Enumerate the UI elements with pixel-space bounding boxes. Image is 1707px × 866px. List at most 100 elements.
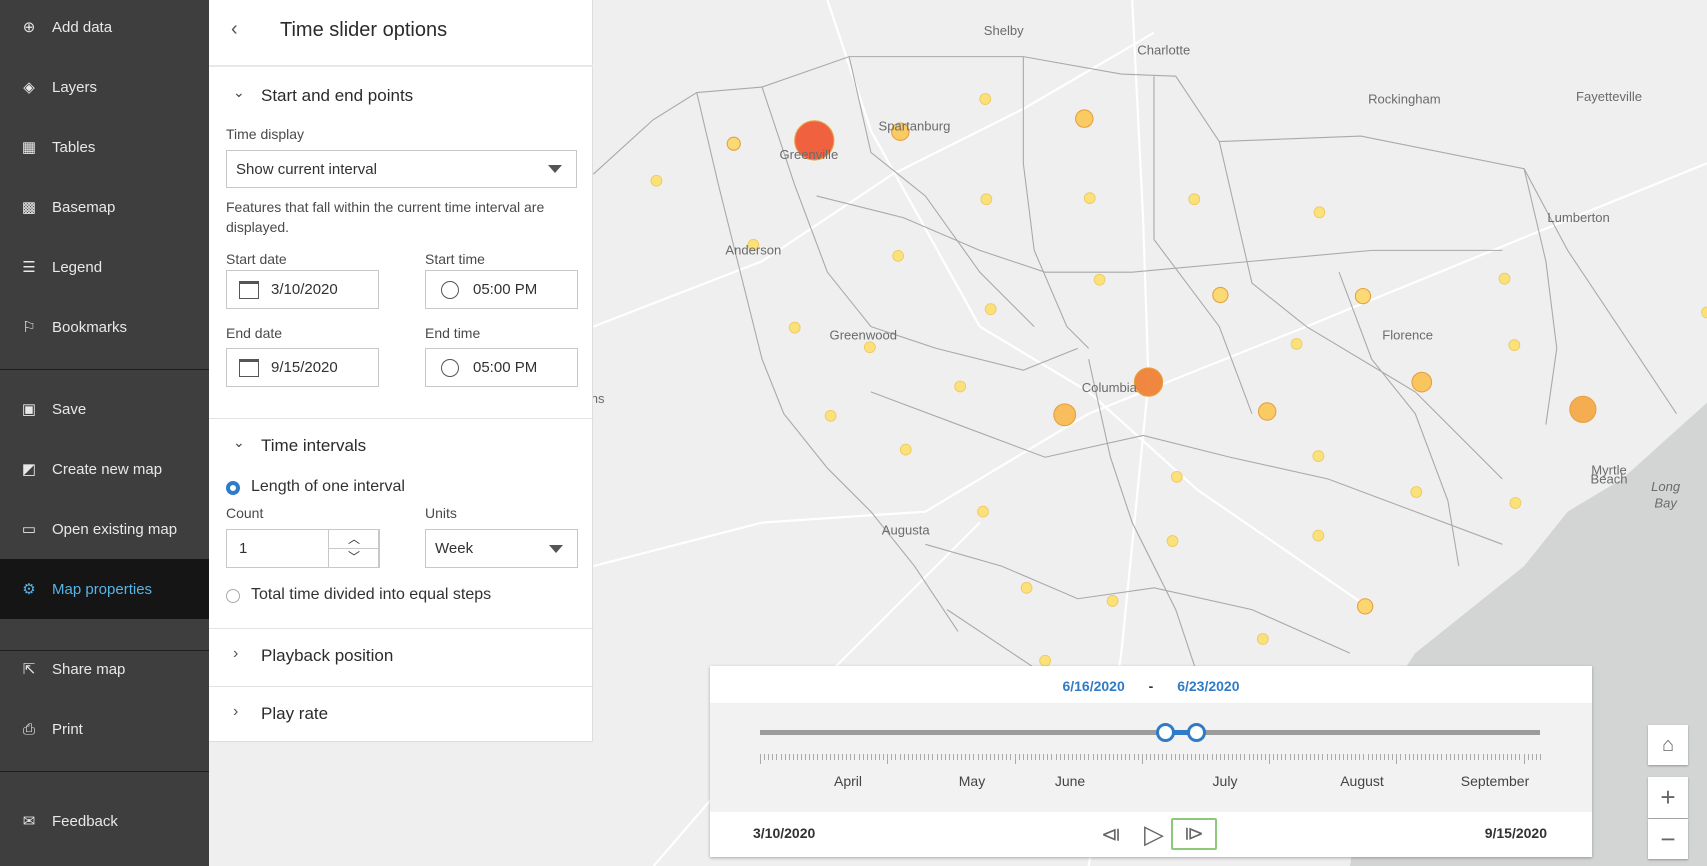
panel-title: Time slider options bbox=[280, 19, 448, 41]
feature-marker[interactable] bbox=[1508, 339, 1521, 351]
feature-marker[interactable] bbox=[1411, 371, 1433, 393]
units-label: Units bbox=[425, 505, 457, 521]
sidebar-divider bbox=[0, 771, 209, 772]
feature-marker[interactable] bbox=[1039, 654, 1051, 667]
feature-marker[interactable] bbox=[899, 443, 912, 456]
feature-marker[interactable] bbox=[1256, 633, 1269, 645]
feature-marker[interactable] bbox=[1569, 395, 1597, 423]
city-label: Beach bbox=[1591, 471, 1628, 486]
feature-marker[interactable] bbox=[1075, 109, 1094, 128]
units-value: Week bbox=[435, 540, 474, 557]
feature-marker[interactable] bbox=[980, 193, 993, 206]
feature-marker[interactable] bbox=[1498, 272, 1511, 285]
feature-marker[interactable] bbox=[1354, 287, 1372, 305]
zoom-out-button[interactable]: − bbox=[1648, 819, 1688, 859]
sidebar-item-label: Tables bbox=[52, 138, 96, 156]
feature-marker[interactable] bbox=[863, 341, 876, 354]
sidebar-item-add-data[interactable]: ⊕ Add data bbox=[0, 0, 209, 57]
radio-equal-steps[interactable] bbox=[226, 589, 240, 603]
feature-marker[interactable] bbox=[979, 93, 992, 105]
chevron-down-icon[interactable]: ⌄ bbox=[233, 84, 245, 101]
next-icon[interactable]: ⧐ bbox=[1171, 818, 1217, 850]
feature-marker[interactable] bbox=[1509, 497, 1522, 509]
feature-marker[interactable] bbox=[1053, 403, 1077, 427]
current-end-date: 6/23/2020 bbox=[1177, 678, 1240, 694]
layers-icon: ◈ bbox=[23, 79, 35, 96]
feature-marker[interactable] bbox=[1257, 402, 1277, 421]
sidebar-item-save[interactable]: ▣ Save bbox=[0, 379, 209, 439]
slider-start-thumb[interactable] bbox=[1155, 723, 1175, 742]
end-date-input[interactable]: 9/15/2020 bbox=[226, 348, 379, 387]
sidebar-item-layers[interactable]: ◈ Layers bbox=[0, 57, 209, 117]
feature-marker[interactable] bbox=[788, 321, 801, 334]
play-icon[interactable]: ▷ bbox=[1139, 818, 1169, 850]
feature-marker[interactable] bbox=[892, 249, 905, 262]
feature-marker[interactable] bbox=[650, 174, 663, 187]
units-select[interactable]: Week bbox=[425, 529, 578, 568]
stepper-down-icon[interactable]: ﹀ bbox=[329, 549, 379, 567]
length-of-interval-label: Length of one interval bbox=[251, 478, 405, 495]
feature-marker[interactable] bbox=[1133, 367, 1164, 397]
sidebar-item-create-new-map[interactable]: ◩ Create new map bbox=[0, 439, 209, 499]
count-input[interactable]: 1 ︿ ﹀ bbox=[226, 529, 380, 568]
feature-marker[interactable] bbox=[977, 505, 989, 518]
sidebar-item-map-properties[interactable]: ⚙ Map properties bbox=[0, 559, 209, 619]
slider-ticks bbox=[760, 754, 1541, 764]
chevron-right-icon[interactable]: › bbox=[233, 645, 238, 663]
slider-track[interactable] bbox=[760, 730, 1540, 735]
current-start-date: 6/16/2020 bbox=[1062, 678, 1125, 694]
sidebar-item-feedback[interactable]: ✉ Feedback bbox=[0, 791, 209, 851]
back-chevron-icon[interactable]: ‹ bbox=[231, 18, 238, 41]
sidebar-item-label: Print bbox=[52, 720, 83, 738]
sidebar-item-share-map[interactable]: ⇱ Share map bbox=[0, 639, 209, 699]
radio-length-of-interval[interactable] bbox=[226, 481, 240, 495]
feature-marker[interactable] bbox=[726, 136, 741, 151]
home-button[interactable]: ⌂ bbox=[1648, 725, 1688, 765]
sidebar-item-label: Basemap bbox=[52, 198, 116, 216]
city-label: Fayetteville bbox=[1576, 89, 1642, 104]
sidebar-item-label: Feedback bbox=[52, 812, 118, 830]
month-label: August bbox=[1340, 773, 1384, 789]
sidebar-item-bookmarks[interactable]: ⚐ Bookmarks bbox=[0, 297, 209, 357]
sidebar-item-legend[interactable]: ☰ Legend bbox=[0, 237, 209, 297]
section-play-rate[interactable]: Play rate bbox=[261, 704, 328, 724]
feature-marker[interactable] bbox=[1020, 581, 1033, 594]
feature-marker[interactable] bbox=[1313, 206, 1326, 219]
feature-marker[interactable] bbox=[1410, 486, 1423, 498]
section-start-end-points[interactable]: Start and end points bbox=[261, 86, 413, 106]
feature-marker[interactable] bbox=[1106, 595, 1119, 607]
feature-marker[interactable] bbox=[1212, 286, 1229, 304]
feature-marker[interactable] bbox=[1170, 470, 1183, 483]
city-label: Columbia bbox=[1082, 380, 1138, 395]
end-time-input[interactable]: 05:00 PM bbox=[425, 348, 578, 387]
previous-icon[interactable]: ⧏ bbox=[1096, 820, 1126, 850]
sidebar-item-print[interactable]: ⎙ Print bbox=[0, 699, 209, 759]
time-display-select[interactable]: Show current interval bbox=[226, 150, 577, 188]
chevron-right-icon[interactable]: › bbox=[233, 703, 238, 721]
count-label: Count bbox=[226, 505, 264, 521]
zoom-in-button[interactable]: + bbox=[1648, 777, 1688, 818]
feature-marker[interactable] bbox=[1290, 338, 1303, 350]
clock-icon bbox=[441, 280, 459, 299]
slider-end-thumb[interactable] bbox=[1186, 723, 1206, 742]
sidebar-item-tables[interactable]: ▦ Tables bbox=[0, 117, 209, 177]
feature-marker[interactable] bbox=[1093, 273, 1106, 286]
section-playback-position[interactable]: Playback position bbox=[261, 646, 393, 666]
feature-marker[interactable] bbox=[824, 409, 837, 422]
feature-marker[interactable] bbox=[1188, 193, 1201, 206]
feature-marker[interactable] bbox=[1356, 598, 1374, 615]
section-time-intervals[interactable]: Time intervals bbox=[261, 436, 366, 456]
chevron-down-icon[interactable]: ⌄ bbox=[233, 434, 245, 451]
feature-marker[interactable] bbox=[984, 303, 997, 316]
stepper-up-icon[interactable]: ︿ bbox=[329, 530, 379, 549]
start-date-input[interactable]: 3/10/2020 bbox=[226, 270, 379, 309]
feature-marker[interactable] bbox=[1083, 192, 1096, 205]
sidebar-item-basemap[interactable]: ▩ Basemap bbox=[0, 177, 209, 237]
feature-marker[interactable] bbox=[1312, 450, 1325, 463]
feature-marker[interactable] bbox=[954, 380, 967, 393]
sidebar-item-open-existing-map[interactable]: ▭ Open existing map bbox=[0, 499, 209, 559]
feature-marker[interactable] bbox=[1312, 529, 1325, 542]
start-time-input[interactable]: 05:00 PM bbox=[425, 270, 578, 309]
feature-marker[interactable] bbox=[1166, 535, 1179, 547]
city-label: Rockingham bbox=[1368, 91, 1441, 106]
